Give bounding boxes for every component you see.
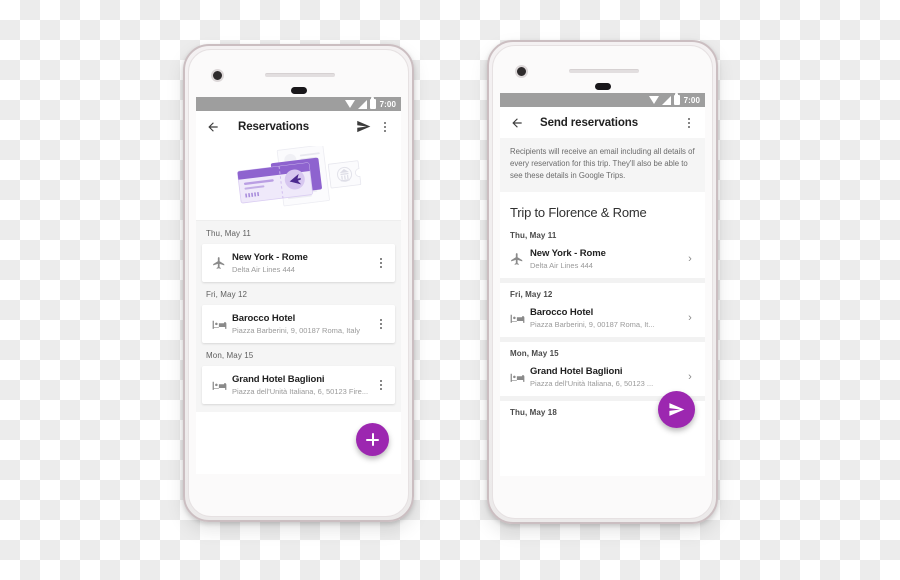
reservation-title: Barocco Hotel xyxy=(530,307,594,319)
signal-icon xyxy=(661,95,671,105)
wifi-icon xyxy=(648,96,659,104)
reservation-text: New York - Rome Delta Air Lines 444 xyxy=(232,252,373,274)
reservation-title: New York - Rome xyxy=(530,248,606,260)
reservation-row-flight[interactable]: New York - Rome Delta Air Lines 444 › xyxy=(500,244,705,279)
proximity-sensor xyxy=(291,87,307,94)
reservation-card-hotel-1[interactable]: Barocco Hotel Piazza Barberini, 9, 00187… xyxy=(202,305,395,343)
reservation-card-flight[interactable]: New York - Rome Delta Air Lines 444 xyxy=(202,244,395,282)
front-camera-icon xyxy=(515,65,528,78)
battery-icon xyxy=(369,97,376,109)
section-thu-may-11: Thu, May 11 New York - Rome Delta Air Li… xyxy=(196,221,401,282)
trip-title: Trip to Florence & Rome xyxy=(500,192,705,225)
send-icon xyxy=(669,403,685,416)
day-header: Fri, May 12 xyxy=(206,290,248,299)
hotel-icon xyxy=(206,317,232,332)
scene-root: 7:00 Reservations Thu, May 11 New York -… xyxy=(0,0,900,580)
power-button[interactable] xyxy=(412,132,414,158)
right-toolbar: Send reservations xyxy=(500,107,705,138)
status-bar-time: 7:00 xyxy=(683,95,700,105)
earpiece-grille xyxy=(569,69,639,73)
chevron-right-icon[interactable]: › xyxy=(683,253,697,265)
power-button[interactable] xyxy=(716,128,718,154)
hotel-icon xyxy=(206,378,232,393)
plus-icon xyxy=(366,433,379,446)
more-vert-icon[interactable] xyxy=(373,380,389,390)
section-fri-may-12: Fri, May 12 Barocco Hotel Piazza Barberi… xyxy=(500,283,705,338)
front-camera-icon xyxy=(211,69,224,82)
left-toolbar: Reservations xyxy=(196,111,401,142)
battery-icon xyxy=(673,93,680,105)
day-header: Thu, May 11 xyxy=(500,224,705,245)
reservation-text: New York - Rome Delta Air Lines 444 xyxy=(530,248,683,270)
right-phone-screen: 7:00 Send reservations Recipients will r… xyxy=(500,93,705,476)
more-vert-icon[interactable] xyxy=(373,319,389,329)
left-page-title: Reservations xyxy=(238,120,310,133)
more-vert-icon[interactable] xyxy=(681,117,697,128)
reservation-subtitle: Delta Air Lines 444 xyxy=(530,261,593,271)
day-header: Mon, May 15 xyxy=(206,351,254,360)
hotel-icon xyxy=(504,370,530,385)
reservation-title: Barocco Hotel xyxy=(232,313,296,324)
reservation-text: Barocco Hotel Piazza Barberini, 9, 00187… xyxy=(530,307,683,329)
left-reservation-list: Thu, May 11 New York - Rome Delta Air Li… xyxy=(196,221,401,412)
chevron-right-icon[interactable]: › xyxy=(683,371,697,383)
proximity-sensor xyxy=(595,83,611,90)
reservation-title: New York - Rome xyxy=(232,252,308,263)
reservation-text: Barocco Hotel Piazza Barberini, 9, 00187… xyxy=(232,313,373,335)
section-thu-may-11: Thu, May 11 New York - Rome Delta Air Li… xyxy=(500,224,705,279)
send-icon[interactable] xyxy=(354,118,372,136)
day-header: Thu, May 11 xyxy=(206,229,251,238)
reservation-subtitle: Delta Air Lines 444 xyxy=(232,265,295,274)
back-arrow-icon[interactable] xyxy=(204,118,222,136)
reservation-subtitle: Piazza dell'Unità Italiana, 6, 50123 ... xyxy=(530,379,654,389)
send-reservations-fab[interactable] xyxy=(658,391,695,428)
right-page-title: Send reservations xyxy=(540,116,639,129)
left-phone-device: 7:00 Reservations Thu, May 11 New York -… xyxy=(183,44,414,522)
flight-icon xyxy=(206,256,232,270)
status-bar: 7:00 xyxy=(196,97,401,111)
reservation-subtitle: Piazza Barberini, 9, 00187 Roma, It... xyxy=(530,320,655,330)
section-fri-may-12: Fri, May 12 Barocco Hotel Piazza Barberi… xyxy=(196,282,401,343)
more-vert-icon[interactable] xyxy=(373,258,389,268)
section-mon-may-15: Mon, May 15 Grand Hotel Baglioni Piazza … xyxy=(500,342,705,397)
reservation-title: Grand Hotel Baglioni xyxy=(232,374,325,385)
chevron-right-icon[interactable]: › xyxy=(683,312,697,324)
reservation-subtitle: Piazza dell'Unità Italiana, 6, 50123 Fir… xyxy=(232,387,369,396)
right-phone-device: 7:00 Send reservations Recipients will r… xyxy=(487,40,718,524)
reservation-row-hotel-1[interactable]: Barocco Hotel Piazza Barberini, 9, 00187… xyxy=(500,303,705,338)
left-phone-screen: 7:00 Reservations Thu, May 11 New York -… xyxy=(196,97,401,474)
reservation-subtitle: Piazza Barberini, 9, 00187 Roma, Italy xyxy=(232,326,360,335)
recipients-notice: Recipients will receive an email includi… xyxy=(500,138,705,193)
reservation-text: Grand Hotel Baglioni Piazza dell'Unità I… xyxy=(530,366,683,388)
status-bar: 7:00 xyxy=(500,93,705,107)
earpiece-grille xyxy=(265,73,335,77)
more-vert-icon[interactable] xyxy=(377,121,393,132)
flight-icon xyxy=(504,252,530,266)
status-bar-time: 7:00 xyxy=(379,99,396,109)
add-reservation-fab[interactable] xyxy=(356,423,389,456)
section-mon-may-15: Mon, May 15 Grand Hotel Baglioni Piazza … xyxy=(196,343,401,404)
day-header: Fri, May 12 xyxy=(500,283,705,304)
back-arrow-icon[interactable] xyxy=(508,114,526,132)
signal-icon xyxy=(357,99,367,109)
reservation-title: Grand Hotel Baglioni xyxy=(530,366,623,378)
reservation-text: Grand Hotel Baglioni Piazza dell'Unità I… xyxy=(232,374,373,396)
boarding-pass-illustration xyxy=(196,142,401,221)
wifi-icon xyxy=(344,100,355,108)
day-header: Mon, May 15 xyxy=(500,342,705,363)
reservation-card-hotel-2[interactable]: Grand Hotel Baglioni Piazza dell'Unità I… xyxy=(202,366,395,404)
hotel-icon xyxy=(504,311,530,326)
